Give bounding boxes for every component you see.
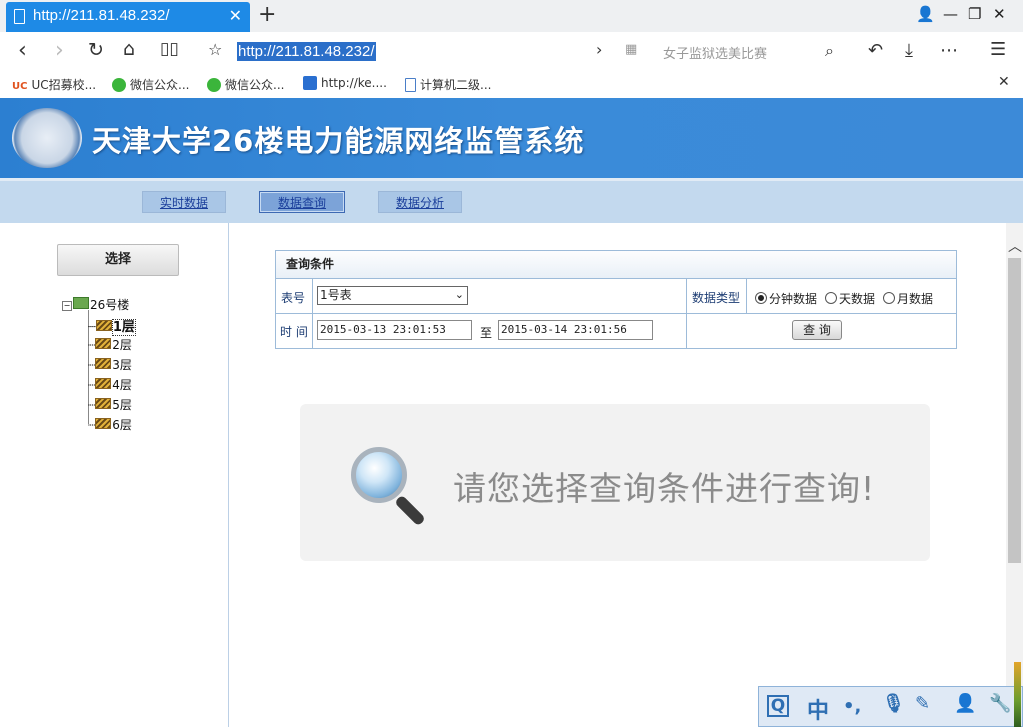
- undo-icon[interactable]: ↶: [868, 40, 883, 61]
- time-label: 时 间: [280, 325, 308, 339]
- col-divider: [312, 278, 313, 348]
- minimize-icon[interactable]: —: [943, 5, 958, 23]
- bookmark-item[interactable]: UC UC招募校...: [12, 76, 96, 93]
- meter-select[interactable]: 1号表 ⌄: [317, 286, 468, 305]
- user-icon[interactable]: 👤: [954, 693, 976, 714]
- to-label: 至: [480, 326, 493, 340]
- floor-icon: [95, 418, 112, 429]
- window-close-icon[interactable]: ✕: [993, 5, 1006, 23]
- url-input[interactable]: http://211.81.48.232/: [237, 42, 376, 61]
- download-icon[interactable]: ⤓: [905, 40, 913, 61]
- query-header: 查询条件: [276, 251, 956, 279]
- col-divider: [746, 278, 747, 313]
- bookmark-star-icon[interactable]: ☆: [208, 40, 222, 59]
- select-button[interactable]: 选择: [57, 244, 179, 276]
- restore-icon[interactable]: ❐: [968, 5, 981, 23]
- close-bookmarks-icon[interactable]: ✕: [998, 74, 1010, 90]
- bookmark-item[interactable]: 微信公众...: [112, 76, 189, 93]
- ime-punct-icon[interactable]: •,: [843, 696, 861, 717]
- reader-icon[interactable]: ▯▯: [160, 39, 179, 59]
- close-tab-icon[interactable]: ✕: [229, 6, 242, 25]
- floor-icon: [95, 320, 112, 331]
- bookmark-item[interactable]: 微信公众...: [207, 76, 284, 93]
- magnifier-icon: [351, 447, 407, 503]
- floor-icon: [95, 378, 112, 389]
- tree-floor-2[interactable]: ┈ 2层: [88, 336, 132, 353]
- site-title: 天津大学26楼电力能源网络监管系统: [92, 124, 585, 158]
- page-icon: [14, 9, 25, 24]
- ime-chinese-icon[interactable]: 中: [807, 693, 829, 725]
- query-button[interactable]: 查 询: [792, 320, 842, 340]
- tree-floor-5[interactable]: ┈ 5层: [88, 396, 132, 413]
- qr-icon[interactable]: ▦: [625, 42, 637, 57]
- tree-floor-3[interactable]: ┈ 3层: [88, 356, 132, 373]
- data-type-label: 数据类型: [692, 291, 741, 305]
- tree-root[interactable]: −26号楼: [62, 296, 129, 313]
- tree-floor-1[interactable]: ┈ 1层: [88, 316, 136, 336]
- tab-title: http://211.81.48.232/: [33, 7, 170, 24]
- main-nav: 实时数据 数据查询 数据分析: [0, 178, 1023, 223]
- empty-state-message: 请您选择查询条件进行查询!: [453, 469, 876, 508]
- search-icon[interactable]: ⌕: [825, 41, 834, 61]
- nav-analysis[interactable]: 数据分析: [378, 191, 462, 213]
- search-input[interactable]: 女子监狱选美比赛: [663, 43, 767, 62]
- ime-toolbar: Q 中 •, 🎙 ✎ 👤 🔧: [758, 686, 1023, 727]
- back-icon[interactable]: ‹: [18, 38, 27, 63]
- collapse-icon[interactable]: −: [62, 301, 72, 311]
- tree-floor-4[interactable]: ┈ 4层: [88, 376, 132, 393]
- nav-realtime[interactable]: 实时数据: [142, 191, 226, 213]
- volume-meter: [1014, 662, 1021, 727]
- sidebar-divider: [228, 223, 229, 727]
- nav-query[interactable]: 数据查询: [259, 191, 345, 213]
- menu-icon[interactable]: ☰: [990, 39, 1006, 60]
- tree-floor-6[interactable]: ┈ 6层: [88, 416, 132, 433]
- floor-icon: [95, 338, 112, 349]
- bookmark-item[interactable]: http://ke....: [303, 76, 387, 90]
- row-divider: [276, 313, 956, 314]
- forward-icon[interactable]: ›: [55, 38, 64, 63]
- new-tab-icon[interactable]: +: [258, 2, 276, 27]
- radio-minute[interactable]: 分钟数据: [755, 290, 817, 307]
- radio-month[interactable]: 月数据: [883, 290, 933, 307]
- browser-tab[interactable]: http://211.81.48.232/ ✕: [6, 2, 250, 32]
- floor-icon: [95, 398, 112, 409]
- more-icon[interactable]: ⋯: [940, 40, 958, 61]
- pen-icon[interactable]: ✎: [915, 693, 930, 714]
- building-icon: [73, 297, 89, 309]
- scroll-up-icon[interactable]: ︿: [1008, 236, 1022, 256]
- bookmark-item[interactable]: 计算机二级...: [405, 76, 491, 93]
- scrollbar-thumb[interactable]: [1008, 258, 1021, 563]
- radio-day[interactable]: 天数据: [825, 290, 875, 307]
- bookmarks-bar: UC UC招募校... 微信公众... 微信公众... http://ke....…: [0, 70, 1023, 99]
- url-forward-chevron-icon[interactable]: ›: [596, 40, 602, 59]
- start-time-input[interactable]: 2015-03-13 23:01:53: [317, 320, 472, 340]
- reload-icon[interactable]: ↻: [88, 39, 104, 61]
- ime-logo-icon[interactable]: Q: [767, 695, 789, 717]
- col-divider: [686, 278, 687, 348]
- wrench-icon[interactable]: 🔧: [989, 693, 1011, 714]
- floor-icon: [95, 358, 112, 369]
- end-time-input[interactable]: 2015-03-14 23:01:56: [498, 320, 653, 340]
- user-icon[interactable]: 👤: [916, 5, 935, 23]
- chevron-down-icon: ⌄: [454, 288, 464, 301]
- microphone-icon[interactable]: 🎙: [882, 693, 905, 714]
- meter-label: 表号: [281, 291, 306, 305]
- home-icon[interactable]: ⌂: [123, 38, 135, 60]
- university-logo: [12, 108, 82, 168]
